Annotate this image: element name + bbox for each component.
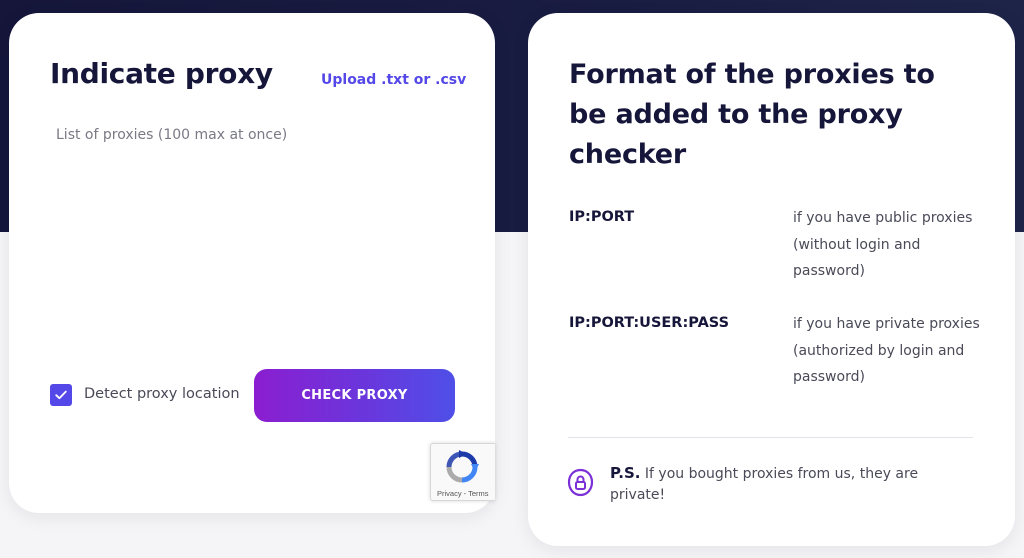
format-card-title: Format of the proxies to be added to the… xyxy=(569,59,935,170)
check-proxy-button[interactable]: CHECK PROXY xyxy=(254,369,455,422)
recaptcha-logo-icon xyxy=(446,450,479,483)
divider xyxy=(568,437,973,438)
detect-location-checkbox[interactable] xyxy=(50,384,72,406)
ps-text: If you bought proxies from us, they are … xyxy=(610,466,919,503)
checkmark-icon xyxy=(55,390,67,400)
proxy-input-card: Indicate proxy Upload .txt or .csv Detec… xyxy=(9,13,495,513)
proxy-card-title: Indicate proxy xyxy=(50,57,273,90)
format-desc-public: if you have public proxies (without logi… xyxy=(793,210,973,279)
proxy-list-input[interactable] xyxy=(50,127,460,357)
recaptcha-footer[interactable]: Privacy - Terms xyxy=(437,489,489,498)
format-code-private: IP:PORT:USER:PASS xyxy=(569,315,730,331)
ps-label: P.S. xyxy=(610,464,641,482)
detect-location-label[interactable]: Detect proxy location xyxy=(84,386,240,402)
upload-file-link[interactable]: Upload .txt or .csv xyxy=(321,72,466,88)
user-lock-icon xyxy=(567,468,594,497)
format-code-public: IP:PORT xyxy=(569,209,635,225)
format-desc-private: if you have private proxies (authorized … xyxy=(793,316,980,385)
recaptcha-badge[interactable]: Privacy - Terms xyxy=(430,443,495,501)
proxy-format-card: Format of the proxies to be added to the… xyxy=(528,13,1015,546)
ps-note: P.S. If you bought proxies from us, they… xyxy=(610,463,960,506)
